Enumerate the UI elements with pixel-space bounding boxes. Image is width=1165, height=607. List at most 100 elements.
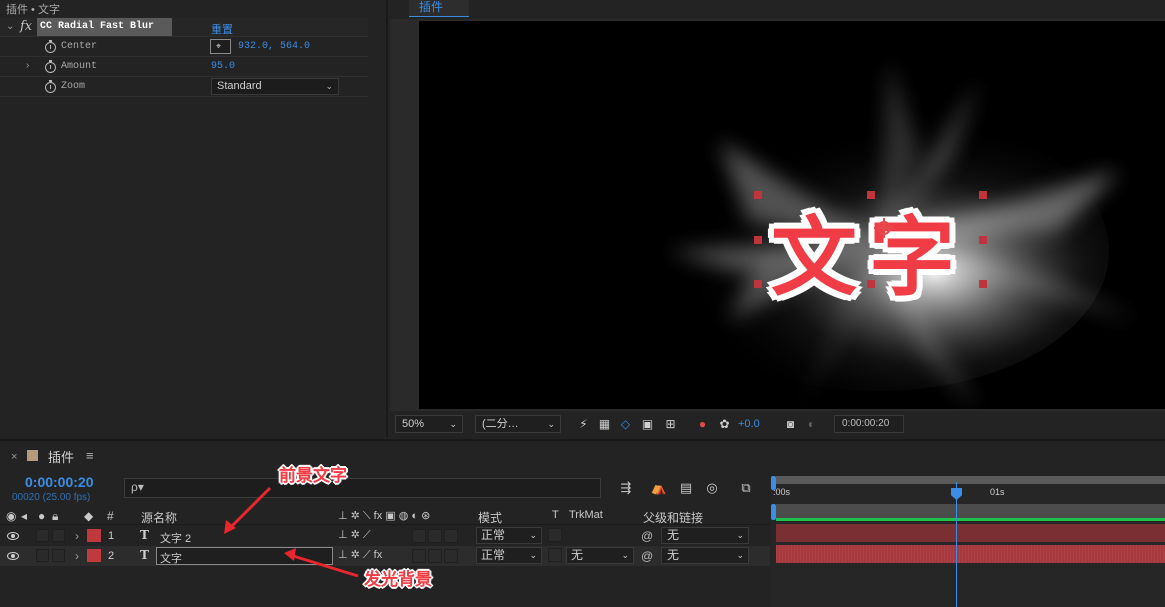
playhead-handle[interactable] xyxy=(951,488,962,500)
fx-icon[interactable]: fx xyxy=(20,19,32,34)
switch-box[interactable] xyxy=(412,529,426,543)
exposure-value[interactable]: +0.0 xyxy=(738,418,760,430)
timeline-title[interactable]: 插件 xyxy=(48,447,74,466)
switch-box[interactable] xyxy=(444,549,458,563)
mask-visibility-icon[interactable]: ◇ xyxy=(618,417,633,431)
transparency-grid-icon[interactable]: ▦ xyxy=(597,417,612,431)
trkmat-value: 无 xyxy=(571,548,584,562)
column-t[interactable]: T xyxy=(552,509,559,521)
stopwatch-icon[interactable] xyxy=(45,60,56,73)
chevron-right-icon[interactable]: › xyxy=(75,549,79,563)
show-snapshot-icon[interactable]: ◐ xyxy=(804,417,819,431)
mode-dropdown[interactable]: 正常 ⌄ xyxy=(476,527,542,544)
bounding-handle[interactable] xyxy=(979,236,987,244)
switches-icons[interactable]: ⊥ ✲ ⟍ fx ▣ ◍ ◐ ⊛ xyxy=(338,509,430,523)
column-trkmat[interactable]: TrkMat xyxy=(569,509,603,521)
reset-button[interactable]: 重置 xyxy=(211,21,233,37)
label-tag-icon[interactable]: ◆ xyxy=(84,509,93,523)
time-ruler[interactable]: :00s 01s xyxy=(771,476,1165,607)
effect-name[interactable]: CC Radial Fast Blur xyxy=(37,18,172,36)
pickwhip-icon[interactable]: @ xyxy=(641,529,653,543)
bounding-handle[interactable] xyxy=(867,280,875,288)
chevron-right-icon[interactable]: › xyxy=(75,529,79,543)
composition-flowchart-icon[interactable]: ⇶ xyxy=(617,480,635,496)
region-of-interest-icon[interactable]: ▣ xyxy=(640,417,655,431)
tab-composition[interactable]: 插件 xyxy=(409,0,469,17)
grid-guides-icon[interactable]: ⊞ xyxy=(663,417,678,431)
render-cache-indicator xyxy=(776,518,1165,521)
layer-switches[interactable]: ⊥ ✲ ⟋ xyxy=(338,528,371,542)
bounding-handle[interactable] xyxy=(867,191,875,199)
solo-toggle[interactable] xyxy=(36,549,49,562)
parent-dropdown[interactable]: 无 ⌄ xyxy=(661,547,749,564)
switch-box[interactable] xyxy=(444,529,458,543)
channel-icon[interactable]: ● xyxy=(695,417,710,431)
layer-switches[interactable]: ⊥ ✲ ⟋ fx xyxy=(338,548,382,562)
bounding-handle[interactable] xyxy=(979,280,987,288)
column-source-name[interactable]: 源名称 xyxy=(141,509,177,526)
solo-toggle[interactable] xyxy=(36,529,49,542)
bounding-handle[interactable] xyxy=(754,280,762,288)
composition-canvas[interactable]: 文字 xyxy=(419,21,1165,409)
trkmat-dropdown[interactable]: 无 ⌄ xyxy=(566,547,634,564)
playhead-line[interactable] xyxy=(956,482,957,607)
hamburger-menu-icon[interactable]: ≡ xyxy=(86,448,94,463)
color-management-icon[interactable]: ✿ xyxy=(717,417,732,431)
time-navigator[interactable] xyxy=(776,476,1165,484)
chevron-right-icon[interactable]: › xyxy=(26,60,29,71)
column-mode[interactable]: 模式 xyxy=(478,509,502,526)
table-row[interactable]: › 2 T 文字 ⊥ ✲ ⟋ fx 正常 ⌄ 无 ⌄ @ 无 ⌄ xyxy=(0,546,770,566)
center-value[interactable]: 932.0, 564.0 xyxy=(238,41,310,52)
preserve-transparency-toggle[interactable] xyxy=(548,548,562,562)
column-number[interactable]: # xyxy=(107,509,114,523)
bounding-handle[interactable] xyxy=(754,236,762,244)
table-row[interactable]: › 1 T 文字 2 ⊥ ✲ ⟋ 正常 ⌄ @ 无 ⌄ xyxy=(0,526,770,546)
audio-toggle-icon[interactable]: ◂ xyxy=(21,509,27,523)
search-input[interactable]: ρ▾ xyxy=(124,478,601,498)
bounding-handle[interactable] xyxy=(979,191,987,199)
current-time-display[interactable]: 0:00:00:20 xyxy=(834,415,904,433)
switch-box[interactable] xyxy=(412,549,426,563)
layer-name[interactable]: 文字 2 xyxy=(160,530,191,546)
solo-icon[interactable]: ● xyxy=(38,509,45,523)
layer-name[interactable]: 文字 xyxy=(160,550,182,566)
camera-snapshot-icon[interactable]: ◙ xyxy=(783,417,798,431)
eye-icon[interactable] xyxy=(7,532,19,540)
zoom-dropdown[interactable]: Standard ⌄ xyxy=(211,78,339,95)
effect-header-row[interactable]: ⌄ fx CC Radial Fast Blur 重置 xyxy=(0,17,368,37)
lock-toggle[interactable] xyxy=(52,549,65,562)
anchor-point-icon[interactable] xyxy=(874,218,894,238)
bounding-handle[interactable] xyxy=(754,191,762,199)
layer-duration-bar[interactable] xyxy=(776,545,1165,563)
draft-3d-icon[interactable]: ⛺ xyxy=(650,480,668,496)
mode-dropdown[interactable]: 正常 ⌄ xyxy=(476,547,542,564)
column-parent[interactable]: 父级和链接 xyxy=(643,509,703,526)
resolution-dropdown[interactable]: (二分… ⌄ xyxy=(475,415,561,433)
layer-duration-bar[interactable] xyxy=(776,524,1165,542)
close-icon[interactable]: × xyxy=(11,451,17,463)
frame-blending-icon[interactable]: ▤ xyxy=(677,480,695,496)
label-color[interactable] xyxy=(87,529,101,542)
composition-text[interactable]: 文字 xyxy=(771,187,1071,312)
layer-name-field[interactable] xyxy=(156,547,333,565)
timecode[interactable]: 0:00:00:20 xyxy=(25,474,94,490)
lock-toggle[interactable] xyxy=(52,529,65,542)
stopwatch-icon[interactable] xyxy=(45,80,56,93)
graph-editor-icon[interactable]: ⧉ xyxy=(737,480,755,496)
switch-box[interactable] xyxy=(428,549,442,563)
fast-previews-icon[interactable]: ⚡ xyxy=(576,417,591,431)
stopwatch-icon[interactable] xyxy=(45,40,56,53)
preserve-transparency-toggle[interactable] xyxy=(548,528,562,542)
crosshair-target-button[interactable]: ⌖ xyxy=(210,39,231,54)
pickwhip-icon[interactable]: @ xyxy=(641,549,653,563)
video-toggle-icon[interactable]: ◉ xyxy=(6,509,16,523)
lock-icon[interactable]: 🔒︎ xyxy=(52,509,58,524)
label-color[interactable] xyxy=(87,549,101,562)
switch-box[interactable] xyxy=(428,529,442,543)
magnification-dropdown[interactable]: 50% ⌄ xyxy=(395,415,463,433)
parent-dropdown[interactable]: 无 ⌄ xyxy=(661,527,749,544)
motion-blur-icon[interactable]: ◎ xyxy=(703,480,721,496)
eye-icon[interactable] xyxy=(7,552,19,560)
chevron-down-icon[interactable]: ⌄ xyxy=(6,21,14,32)
amount-value[interactable]: 95.0 xyxy=(211,61,235,72)
